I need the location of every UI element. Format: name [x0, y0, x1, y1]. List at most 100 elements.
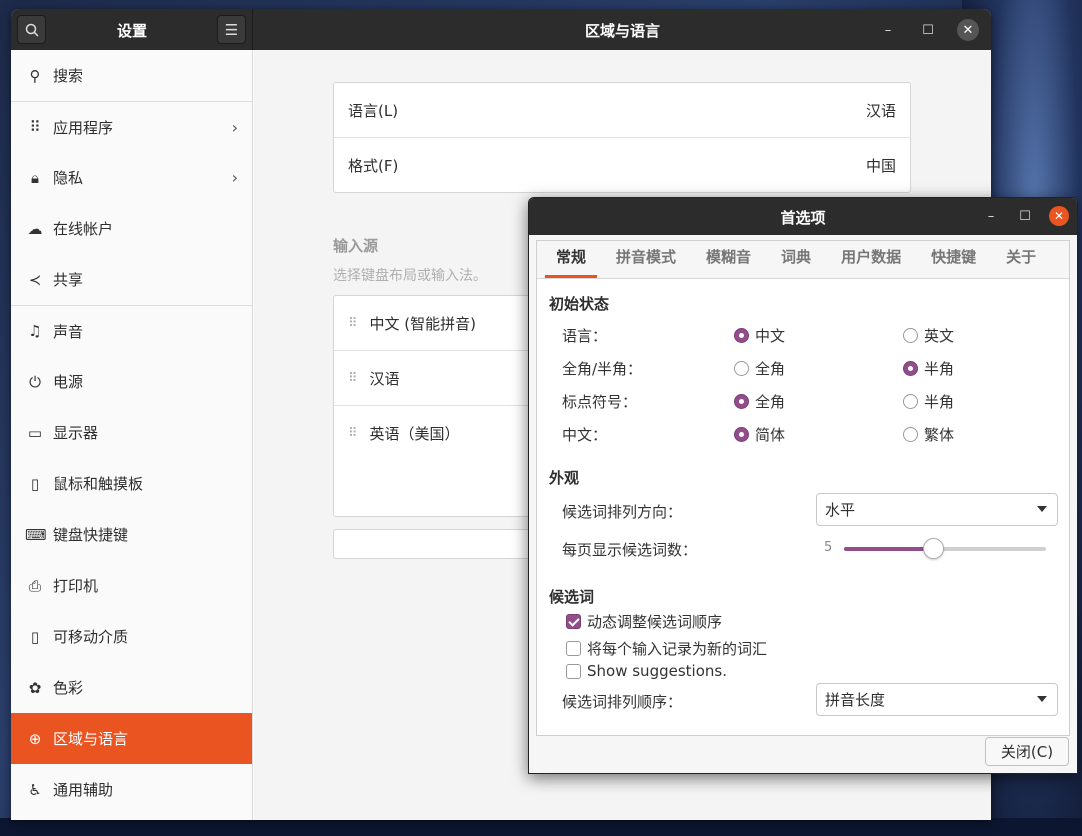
input-sources-subtitle: 选择键盘布局或输入法。: [333, 268, 487, 284]
sort-order-select[interactable]: 拼音长度: [816, 683, 1058, 716]
radio-label: 半角: [924, 360, 955, 378]
sidebar-item-label: 通用辅助: [53, 781, 114, 799]
minimize-icon: –: [884, 22, 892, 38]
sidebar-item-label: 打印机: [53, 577, 99, 595]
sidebar-item-privacy[interactable]: 🔒︎ 隐私 ›: [11, 152, 252, 203]
radio-label: 半角: [924, 393, 955, 411]
radio-full-width[interactable]: 全角: [734, 358, 785, 379]
minimize-icon: –: [987, 208, 995, 224]
tab-dictionary[interactable]: 词典: [770, 246, 822, 278]
printer-icon: ⎙: [28, 576, 41, 595]
sidebar-item-accessibility[interactable]: ♿︎ 通用辅助: [11, 764, 252, 815]
chevron-right-icon: ›: [231, 168, 238, 187]
tab-about[interactable]: 关于: [995, 246, 1047, 278]
sidebar: ⚲ 搜索 ⠿ 应用程序 › 🔒︎ 隐私 › ☁︎ 在线帐户 ≺ 共享 ♫ 声音 ⏻ 电源 ▭ 显示器…: [11, 50, 253, 820]
close-icon: ✕: [962, 22, 974, 38]
page-size-label: 每页显示候选词数：: [562, 541, 698, 559]
maximize-button[interactable]: ☐: [917, 19, 939, 41]
orientation-value: 水平: [825, 501, 856, 519]
sidebar-item-keyboard[interactable]: ⌨ 键盘快捷键: [11, 509, 252, 560]
sidebar-item-sound[interactable]: ♫ 声音: [11, 305, 252, 356]
sidebar-item-power[interactable]: ⏻ 电源: [11, 356, 252, 407]
sidebar-item-removable-media[interactable]: ▯ 可移动介质: [11, 611, 252, 662]
preferences-headerbar: 首选项 – ☐ ✕: [529, 198, 1077, 235]
sidebar-item-label: 键盘快捷键: [53, 526, 129, 544]
sidebar-item-color[interactable]: ✿ 色彩: [11, 662, 252, 713]
sidebar-item-online-accounts[interactable]: ☁︎ 在线帐户: [11, 203, 252, 254]
format-value: 中国: [865, 157, 896, 175]
radio-label: 繁体: [924, 426, 955, 444]
orientation-select[interactable]: 水平: [816, 493, 1058, 526]
power-icon: ⏻: [29, 372, 41, 391]
radio-indicator: [903, 394, 918, 409]
punctuation-option-label: 标点符号：: [562, 393, 638, 411]
radio-half-width[interactable]: 半角: [903, 358, 954, 379]
sidebar-item-printers[interactable]: ⎙ 打印机: [11, 560, 252, 611]
sidebar-item-display[interactable]: ▭ 显示器: [11, 407, 252, 458]
lock-icon: 🔒︎: [31, 168, 39, 187]
chevron-right-icon: ›: [231, 117, 238, 137]
music-note-icon: ♫: [28, 322, 42, 340]
checkbox-show-suggestions[interactable]: Show suggestions.: [566, 662, 727, 680]
format-row[interactable]: 格式(F) 中国: [334, 138, 910, 193]
radio-indicator: [734, 427, 749, 442]
initial-state-heading: 初始状态: [549, 295, 610, 313]
minimize-button[interactable]: –: [877, 19, 899, 41]
radio-traditional[interactable]: 繁体: [903, 424, 954, 445]
tab-pinyin-mode[interactable]: 拼音模式: [605, 246, 687, 278]
width-option-label: 全角/半角：: [562, 360, 643, 378]
sidebar-item-label: 搜索: [53, 67, 84, 85]
sidebar-item-label: 声音: [53, 322, 84, 341]
drag-handle-icon[interactable]: ⠿: [348, 371, 357, 386]
settings-headerbar: 设置 ☰ 区域与语言 – ☐ ✕: [11, 9, 991, 50]
candidates-heading: 候选词: [549, 588, 595, 606]
language-label: 语言(L): [348, 101, 399, 120]
sidebar-item-region-language[interactable]: ⊕ 区域与语言: [11, 713, 252, 764]
radio-english[interactable]: 英文: [903, 325, 954, 346]
checkbox-dynamic-order[interactable]: 动态调整候选词顺序: [566, 611, 722, 632]
page-size-value: 5: [824, 540, 833, 555]
radio-label: 简体: [755, 426, 786, 444]
share-icon: ≺: [28, 270, 42, 289]
close-dialog-button[interactable]: 关闭(C): [985, 737, 1069, 766]
checkbox-record-new-words[interactable]: 将每个输入记录为新的词汇: [566, 638, 767, 659]
drag-handle-icon[interactable]: ⠿: [348, 316, 357, 331]
sidebar-item-mouse[interactable]: ▯ 鼠标和触摸板: [11, 458, 252, 509]
pref-close-button[interactable]: ✕: [1049, 206, 1069, 226]
sidebar-item-search[interactable]: ⚲ 搜索: [11, 50, 252, 101]
maximize-icon: ☐: [1019, 208, 1031, 224]
format-label: 格式(F): [348, 157, 399, 175]
slider-knob[interactable]: [923, 538, 944, 559]
close-button[interactable]: ✕: [957, 19, 979, 41]
display-icon: ▭: [27, 423, 43, 442]
pref-maximize-button[interactable]: ☐: [1015, 206, 1035, 226]
sidebar-item-sharing[interactable]: ≺ 共享: [11, 254, 252, 305]
pref-minimize-button[interactable]: –: [981, 206, 1001, 226]
radio-punct-half[interactable]: 半角: [903, 391, 954, 412]
sidebar-item-label: 应用程序: [53, 118, 114, 137]
radio-label: 全角: [755, 360, 786, 378]
sidebar-item-label: 隐私: [53, 169, 84, 187]
language-format-card: 语言(L) 汉语 格式(F) 中国: [333, 82, 911, 193]
radio-simplified[interactable]: 简体: [734, 424, 785, 445]
sidebar-item-label: 区域与语言: [53, 730, 129, 748]
keyboard-icon: ⌨: [25, 525, 47, 544]
radio-chinese[interactable]: 中文: [734, 325, 785, 346]
color-icon: ✿: [28, 678, 42, 697]
tab-user-data[interactable]: 用户数据: [830, 246, 912, 278]
sidebar-item-apps[interactable]: ⠿ 应用程序 ›: [11, 101, 252, 152]
radio-label: 全角: [755, 393, 786, 411]
radio-punct-full[interactable]: 全角: [734, 391, 785, 412]
drag-handle-icon[interactable]: ⠿: [348, 426, 357, 441]
tab-general[interactable]: 常规: [545, 246, 598, 278]
tab-fuzzy[interactable]: 模糊音: [695, 246, 762, 278]
tab-shortcuts[interactable]: 快捷键: [920, 246, 987, 278]
sort-order-label: 候选词排列顺序：: [562, 693, 683, 711]
radio-indicator: [903, 361, 918, 376]
page-size-slider[interactable]: [844, 538, 1046, 559]
menu-button[interactable]: ☰: [217, 15, 246, 44]
input-sources-title: 输入源: [333, 237, 379, 255]
close-icon: ✕: [1053, 209, 1065, 223]
maximize-icon: ☐: [922, 22, 934, 38]
language-row[interactable]: 语言(L) 汉语: [334, 83, 910, 138]
